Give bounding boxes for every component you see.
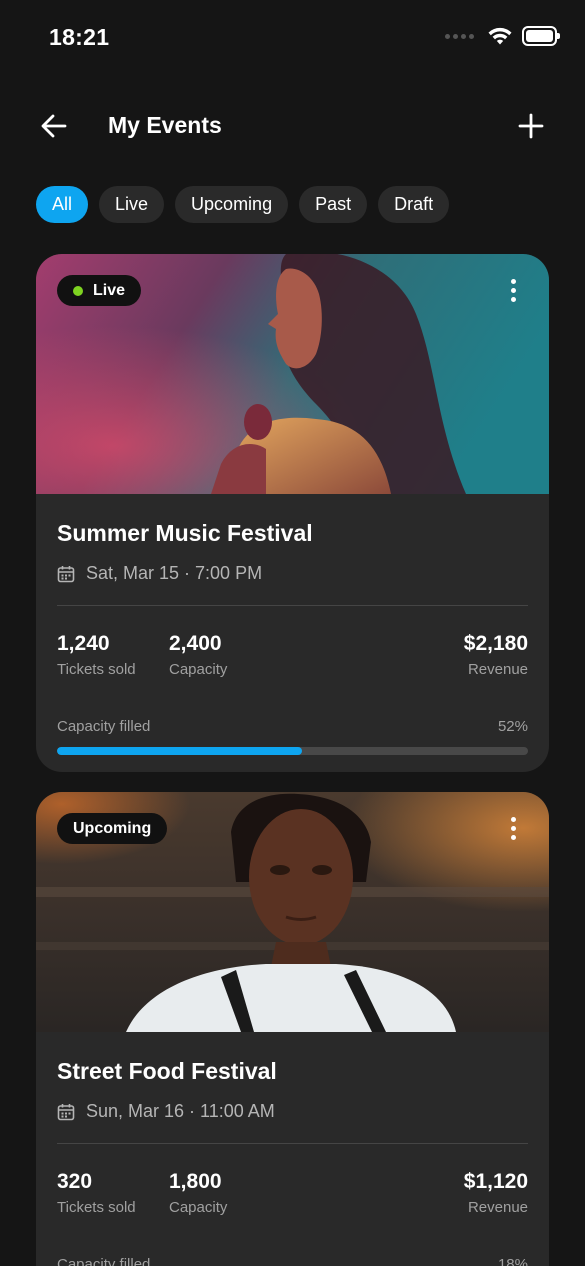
event-title: Street Food Festival (57, 1058, 277, 1084)
event-card[interactable]: Live Summer Music Festival Sat, Mar 15 ·… (36, 254, 549, 772)
header: My Events (0, 100, 585, 150)
event-details: Street Food Festival Sun, Mar 16 · 11:00… (36, 1032, 549, 1266)
capacity-filled-label: Capacity filled (57, 1256, 151, 1266)
capacity-label: Capacity (169, 661, 228, 678)
status-badge: Live (57, 275, 142, 306)
capacity-filled-percent: 18% (497, 1256, 528, 1266)
filter-chip-live[interactable]: Live (99, 186, 165, 223)
event-date: Sun, Mar 16 · 11:00 AM (57, 1101, 528, 1122)
capacity-value: 1,800 (169, 1170, 222, 1193)
event-title: Summer Music Festival (57, 520, 313, 546)
tickets-sold-label: Tickets sold (57, 661, 136, 678)
event-date-text: Sat, Mar 15 · 7:00 PM (86, 563, 263, 583)
event-stats: 1,240 Tickets sold 2,400 Capacity $2,180… (57, 632, 528, 682)
divider (57, 1143, 528, 1144)
stat-tickets-sold: 1,240 Tickets sold (57, 632, 169, 682)
divider (57, 605, 528, 606)
capacity-filled-percent: 52% (497, 718, 528, 735)
revenue-label: Revenue (467, 661, 528, 678)
status-bar: 18:21 (0, 0, 585, 72)
signal-icon (445, 33, 474, 39)
status-badge: Upcoming (57, 813, 168, 844)
revenue-value: $1,120 (463, 1170, 528, 1193)
filter-chip-upcoming[interactable]: Upcoming (175, 186, 289, 223)
filter-chip-draft[interactable]: Draft (378, 186, 450, 223)
wifi-icon (488, 27, 512, 45)
event-date: Sat, Mar 15 · 7:00 PM (57, 563, 528, 584)
status-badge-label: Live (93, 281, 126, 299)
more-options-button[interactable] (501, 816, 525, 840)
stat-revenue: $1,120 Revenue (464, 1170, 528, 1216)
tickets-sold-value: 320 (57, 1170, 93, 1193)
event-details: Summer Music Festival Sat, Mar 15 · 7:00… (36, 494, 549, 755)
plus-icon (518, 113, 544, 139)
calendar-icon (57, 1103, 75, 1120)
revenue-value: $2,180 (463, 632, 528, 655)
event-date-text: Sun, Mar 16 · 11:00 AM (86, 1101, 275, 1121)
status-icons (445, 26, 560, 46)
status-badge-label: Upcoming (73, 819, 152, 837)
filter-chip-all[interactable]: All (36, 186, 89, 223)
capacity-progress-bar (57, 747, 528, 755)
page-title: My Events (108, 112, 222, 138)
add-event-button[interactable] (513, 108, 549, 144)
more-options-button[interactable] (501, 278, 525, 302)
filter-tabs: All Live Upcoming Past Draft (36, 186, 450, 223)
status-time: 18:21 (49, 24, 110, 50)
capacity-filled-row: Capacity filled 18% (57, 1256, 528, 1266)
capacity-label: Capacity (169, 1199, 228, 1216)
arrow-left-icon (41, 114, 67, 138)
tickets-sold-value: 1,240 (57, 632, 110, 655)
live-dot-icon (73, 285, 83, 296)
capacity-filled-row: Capacity filled 52% (57, 718, 528, 735)
filter-chip-past[interactable]: Past (299, 186, 368, 223)
stat-capacity: 1,800 Capacity (169, 1170, 281, 1220)
back-button[interactable] (36, 108, 72, 144)
event-image: Upcoming (36, 792, 549, 1032)
capacity-filled-label: Capacity filled (57, 718, 151, 735)
tickets-sold-label: Tickets sold (57, 1199, 136, 1216)
stat-capacity: 2,400 Capacity (169, 632, 281, 682)
capacity-value: 2,400 (169, 632, 222, 655)
stat-revenue: $2,180 Revenue (464, 632, 528, 678)
revenue-label: Revenue (467, 1199, 528, 1216)
event-stats: 320 Tickets sold 1,800 Capacity $1,120 R… (57, 1170, 528, 1220)
event-image: Live (36, 254, 549, 494)
capacity-progress-fill (57, 747, 302, 755)
event-card[interactable]: Upcoming Street Food Festival Sun, Mar 1… (36, 792, 549, 1266)
battery-icon (522, 26, 560, 46)
stat-tickets-sold: 320 Tickets sold (57, 1170, 169, 1220)
calendar-icon (57, 565, 75, 582)
